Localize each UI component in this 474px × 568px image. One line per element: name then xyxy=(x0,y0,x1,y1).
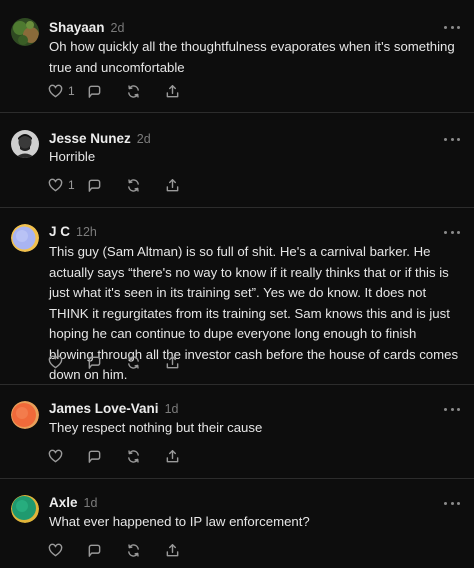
like-button[interactable] xyxy=(48,541,87,559)
comment-actions xyxy=(48,447,204,465)
author-name[interactable]: Axle 1d xyxy=(49,495,97,510)
comment-text: They respect nothing but their cause xyxy=(49,420,263,435)
restack-button[interactable] xyxy=(126,353,165,371)
like-button[interactable]: 1 xyxy=(48,176,87,194)
author-name[interactable]: Jesse Nunez 2d xyxy=(49,131,151,146)
comment: Jesse Nunez 2d Horrible 1 xyxy=(0,113,474,207)
heart-icon xyxy=(48,178,63,191)
share-button[interactable] xyxy=(165,176,204,194)
reply-button[interactable] xyxy=(87,447,126,465)
comment: Axle 1d What ever happened to IP law enfo… xyxy=(0,479,474,568)
comment-actions xyxy=(48,541,204,559)
comment-text: Oh how quickly all the thoughtfulness ev… xyxy=(49,39,455,75)
share-icon xyxy=(166,543,179,556)
comment-text: What ever happened to IP law enforcement… xyxy=(49,514,310,529)
more-icon[interactable] xyxy=(444,134,460,144)
avatar[interactable] xyxy=(11,130,39,158)
comment-icon xyxy=(88,356,101,369)
restack-button[interactable] xyxy=(126,541,165,559)
author-name[interactable]: James Love-Vani 1d xyxy=(49,401,178,416)
author-name[interactable]: Shayaan 2d xyxy=(49,20,124,35)
reply-button[interactable] xyxy=(87,541,126,559)
heart-icon xyxy=(48,449,63,462)
reply-button[interactable] xyxy=(87,82,126,100)
timestamp: 2d xyxy=(110,21,125,35)
restack-button[interactable] xyxy=(126,82,165,100)
more-icon[interactable] xyxy=(444,227,460,237)
restack-icon xyxy=(128,84,139,98)
author-name[interactable]: J C 12h xyxy=(49,224,97,239)
share-button[interactable] xyxy=(165,82,204,100)
like-count: 1 xyxy=(68,178,75,192)
avatar[interactable] xyxy=(11,495,39,523)
restack-icon xyxy=(128,178,139,192)
comment-icon xyxy=(88,450,101,463)
restack-icon xyxy=(128,355,139,369)
avatar[interactable] xyxy=(11,401,39,429)
timestamp: 1d xyxy=(164,402,179,416)
comment-actions: 1 xyxy=(48,82,204,100)
restack-button[interactable] xyxy=(126,176,165,194)
heart-icon xyxy=(48,355,63,368)
comment: Shayaan 2d Oh how quickly all the thought… xyxy=(0,0,474,112)
like-button[interactable] xyxy=(48,353,87,371)
avatar[interactable] xyxy=(11,18,39,46)
comment-actions xyxy=(48,353,204,371)
like-button[interactable]: 1 xyxy=(48,82,87,100)
comment: James Love-Vani 1d They respect nothing b… xyxy=(0,385,474,478)
reply-button[interactable] xyxy=(87,353,126,371)
share-button[interactable] xyxy=(165,353,204,371)
share-icon xyxy=(166,178,179,191)
share-button[interactable] xyxy=(165,447,204,465)
timestamp: 1d xyxy=(83,496,98,510)
timestamp: 2d xyxy=(136,132,151,146)
comment-text: Horrible xyxy=(49,149,96,164)
like-button[interactable] xyxy=(48,447,87,465)
avatar[interactable] xyxy=(11,224,39,252)
share-button[interactable] xyxy=(165,541,204,559)
more-icon[interactable] xyxy=(444,22,460,32)
comment-icon xyxy=(88,85,101,98)
share-icon xyxy=(166,355,179,368)
comment: J C 12h This guy (Sam Altman) is so full … xyxy=(0,208,474,384)
heart-icon xyxy=(48,84,63,97)
share-icon xyxy=(166,449,179,462)
restack-icon xyxy=(128,449,139,463)
share-icon xyxy=(166,84,179,97)
comment-icon xyxy=(88,179,101,192)
comment-actions: 1 xyxy=(48,176,204,194)
timestamp: 12h xyxy=(76,225,97,239)
more-icon[interactable] xyxy=(444,404,460,414)
more-icon[interactable] xyxy=(444,498,460,508)
heart-icon xyxy=(48,543,63,556)
like-count: 1 xyxy=(68,84,75,98)
reply-button[interactable] xyxy=(87,176,126,194)
restack-button[interactable] xyxy=(126,447,165,465)
comment-icon xyxy=(88,544,101,557)
restack-icon xyxy=(128,543,139,557)
